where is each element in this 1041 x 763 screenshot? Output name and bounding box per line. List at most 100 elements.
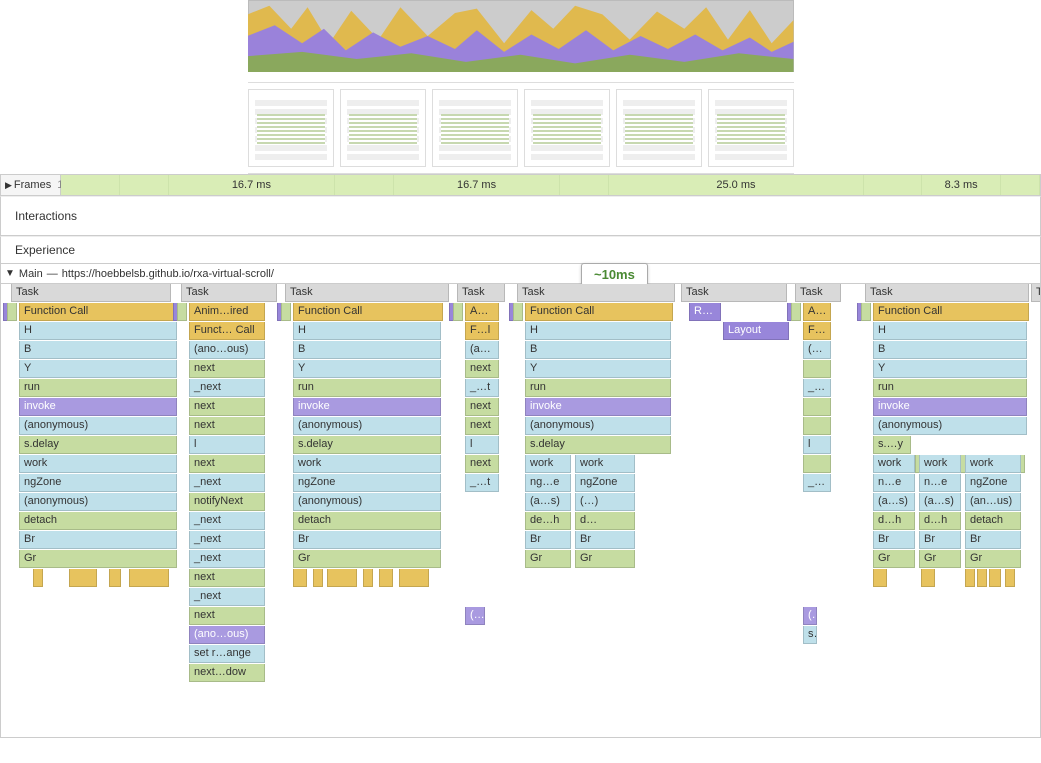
flame-block[interactable]: ngZone [293,474,441,492]
frame-bar[interactable] [560,175,609,195]
filmstrip-frame[interactable] [340,89,426,167]
flame-block[interactable] [129,569,169,587]
flame-block[interactable]: (… [465,607,485,625]
flame-block[interactable]: _… [803,474,831,492]
flame-block[interactable]: _next [189,531,265,549]
flame-block[interactable]: Function Call [293,303,443,321]
flame-block[interactable]: Gr [873,550,915,568]
flame-block[interactable]: _… [803,379,831,397]
flame-block[interactable]: l [465,436,499,454]
flame-block[interactable]: Br [19,531,177,549]
flame-block[interactable]: work [919,455,961,473]
flame-block[interactable]: (anonymous) [19,417,177,435]
flame-block[interactable]: Function Call [19,303,179,321]
filmstrip-frame[interactable] [432,89,518,167]
flame-block[interactable]: Br [293,531,441,549]
flame-block[interactable]: _next [189,512,265,530]
flame-block[interactable]: (an…us) [965,493,1021,511]
frame-bar[interactable]: 16.7 ms [169,175,335,195]
frame-bar[interactable] [335,175,394,195]
flame-block[interactable]: detach [19,512,177,530]
flame-block[interactable]: invoke [525,398,671,416]
flame-block[interactable] [399,569,429,587]
flame-block[interactable] [313,569,323,587]
flame-block[interactable]: run [525,379,671,397]
flame-block[interactable]: next [465,417,499,435]
flame-block[interactable]: ng…e [525,474,571,492]
flame-block[interactable]: detach [965,512,1021,530]
flame-block[interactable]: _next [189,474,265,492]
flame-block[interactable]: Layout [723,322,789,340]
flame-block[interactable]: n…e [873,474,915,492]
flame-block[interactable] [803,360,831,378]
task-block[interactable]: Task [457,284,505,302]
flame-block[interactable]: Br [965,531,1021,549]
flame-block[interactable]: _…t [465,379,499,397]
filmstrip[interactable] [0,82,1041,174]
flame-block[interactable]: H [525,322,671,340]
task-block[interactable]: Task [795,284,841,302]
flame-block[interactable] [177,303,187,321]
flame-block[interactable]: next [189,417,265,435]
flame-block[interactable]: F… [803,322,831,340]
task-block[interactable]: T [1031,284,1041,302]
flame-block[interactable]: B [873,341,1027,359]
flame-block[interactable]: (anonymous) [525,417,671,435]
flame-block[interactable]: d… [575,512,635,530]
flame-block[interactable]: s… [803,626,817,644]
expand-icon[interactable]: ▶ [5,180,12,191]
main-track-header[interactable]: ▼ Main — https://hoebbelsb.github.io/rxa… [0,264,1041,284]
flame-block[interactable]: _next [189,379,265,397]
flame-block[interactable]: (… [803,341,831,359]
flame-block[interactable]: ngZone [965,474,1021,492]
flame-block[interactable] [873,569,887,587]
frame-bar[interactable]: 16.7 ms [394,175,560,195]
flame-block[interactable] [989,569,1001,587]
flame-block[interactable]: run [873,379,1027,397]
flame-block[interactable]: ngZone [575,474,635,492]
flame-block[interactable]: run [293,379,441,397]
flame-block[interactable]: Br [525,531,571,549]
flame-block[interactable]: work [19,455,177,473]
flame-block[interactable] [363,569,373,587]
cpu-overview[interactable] [0,0,1041,82]
flame-block[interactable]: next [465,360,499,378]
flame-block[interactable] [921,569,935,587]
flame-block[interactable]: Gr [293,550,441,568]
flame-block[interactable]: F…l [465,322,499,340]
task-block[interactable]: Task [865,284,1029,302]
flame-block[interactable]: B [293,341,441,359]
flame-block[interactable] [109,569,121,587]
flame-block[interactable]: Function Call [525,303,673,321]
frames-bars[interactable]: 16.7 ms16.7 ms25.0 ms8.3 ms [61,175,1040,195]
flame-block[interactable] [379,569,393,587]
flame-block[interactable] [453,303,463,321]
flame-block[interactable]: Gr [525,550,571,568]
flame-block[interactable] [861,303,871,321]
frame-bar[interactable] [1001,175,1040,195]
flame-block[interactable]: next [189,360,265,378]
cpu-chart[interactable] [248,0,794,72]
flame-block[interactable]: set r…ange [189,645,265,663]
flame-block[interactable]: next [465,398,499,416]
flame-block[interactable]: s.delay [293,436,441,454]
flame-block[interactable]: Y [293,360,441,378]
flame-block[interactable]: next [189,455,265,473]
flame-block[interactable] [803,417,831,435]
flame-block[interactable]: detach [293,512,441,530]
filmstrip-frame[interactable] [708,89,794,167]
flame-block[interactable]: Y [19,360,177,378]
flame-block[interactable]: s.delay [19,436,177,454]
flame-block[interactable]: (…) [575,493,635,511]
flame-block[interactable] [327,569,357,587]
flame-block[interactable]: next [189,398,265,416]
flame-block[interactable]: (… [803,607,817,625]
flame-block[interactable] [1005,569,1015,587]
flame-block[interactable]: (anonymous) [19,493,177,511]
flame-block[interactable] [977,569,987,587]
flame-block[interactable]: (anonymous) [293,493,441,511]
flame-block[interactable]: notifyNext [189,493,265,511]
frame-bar[interactable] [864,175,923,195]
flame-block[interactable]: A… [465,303,499,321]
flame-block[interactable]: (a…s) [919,493,961,511]
